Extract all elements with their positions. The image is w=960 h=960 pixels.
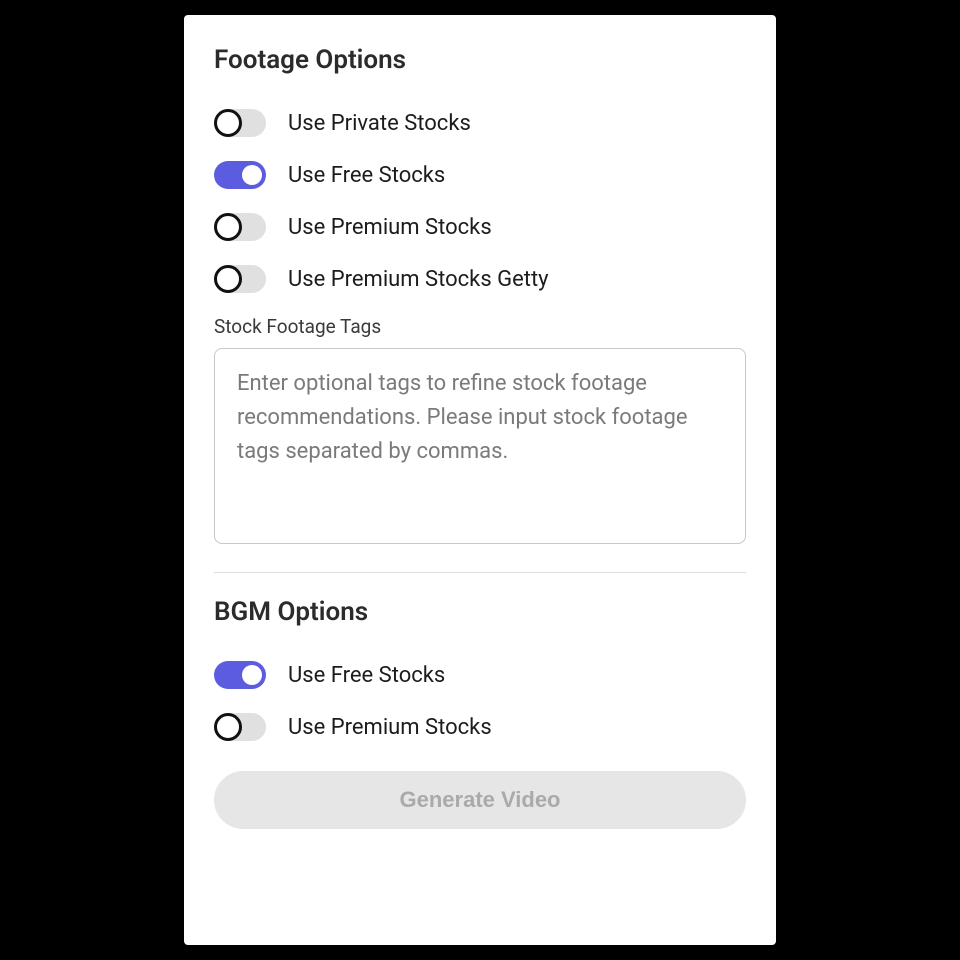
stock-footage-tags-input[interactable] bbox=[214, 348, 746, 544]
toggle-switch[interactable] bbox=[214, 109, 266, 137]
settings-panel: Footage Options Use Private Stocks Use F… bbox=[184, 15, 776, 945]
toggle-switch[interactable] bbox=[214, 265, 266, 293]
stock-footage-tags-label: Stock Footage Tags bbox=[214, 315, 746, 338]
toggle-knob-icon bbox=[214, 213, 242, 241]
toggle-free-stocks: Use Free Stocks bbox=[214, 149, 746, 201]
toggle-label: Use Premium Stocks Getty bbox=[288, 267, 549, 292]
section-divider bbox=[214, 572, 746, 573]
footage-options-title: Footage Options bbox=[214, 45, 746, 75]
generate-video-button[interactable]: Generate Video bbox=[214, 771, 746, 829]
toggle-label: Use Free Stocks bbox=[288, 663, 445, 688]
toggle-premium-stocks-getty: Use Premium Stocks Getty bbox=[214, 253, 746, 305]
toggle-label: Use Free Stocks bbox=[288, 163, 445, 188]
toggle-knob-icon bbox=[214, 109, 242, 137]
toggle-bgm-premium-stocks: Use Premium Stocks bbox=[214, 701, 746, 753]
toggle-premium-stocks: Use Premium Stocks bbox=[214, 201, 746, 253]
toggle-switch[interactable] bbox=[214, 213, 266, 241]
toggle-knob-icon bbox=[214, 713, 242, 741]
toggle-bgm-free-stocks: Use Free Stocks bbox=[214, 649, 746, 701]
toggle-knob-icon bbox=[242, 165, 262, 185]
bgm-options-title: BGM Options bbox=[214, 597, 746, 627]
toggle-private-stocks: Use Private Stocks bbox=[214, 97, 746, 149]
toggle-switch[interactable] bbox=[214, 161, 266, 189]
toggle-switch[interactable] bbox=[214, 661, 266, 689]
toggle-switch[interactable] bbox=[214, 713, 266, 741]
footage-toggle-list: Use Private Stocks Use Free Stocks Use P… bbox=[214, 97, 746, 305]
toggle-knob-icon bbox=[214, 265, 242, 293]
toggle-knob-icon bbox=[242, 665, 262, 685]
bgm-toggle-list: Use Free Stocks Use Premium Stocks bbox=[214, 649, 746, 753]
toggle-label: Use Private Stocks bbox=[288, 111, 471, 136]
toggle-label: Use Premium Stocks bbox=[288, 715, 492, 740]
toggle-label: Use Premium Stocks bbox=[288, 215, 492, 240]
